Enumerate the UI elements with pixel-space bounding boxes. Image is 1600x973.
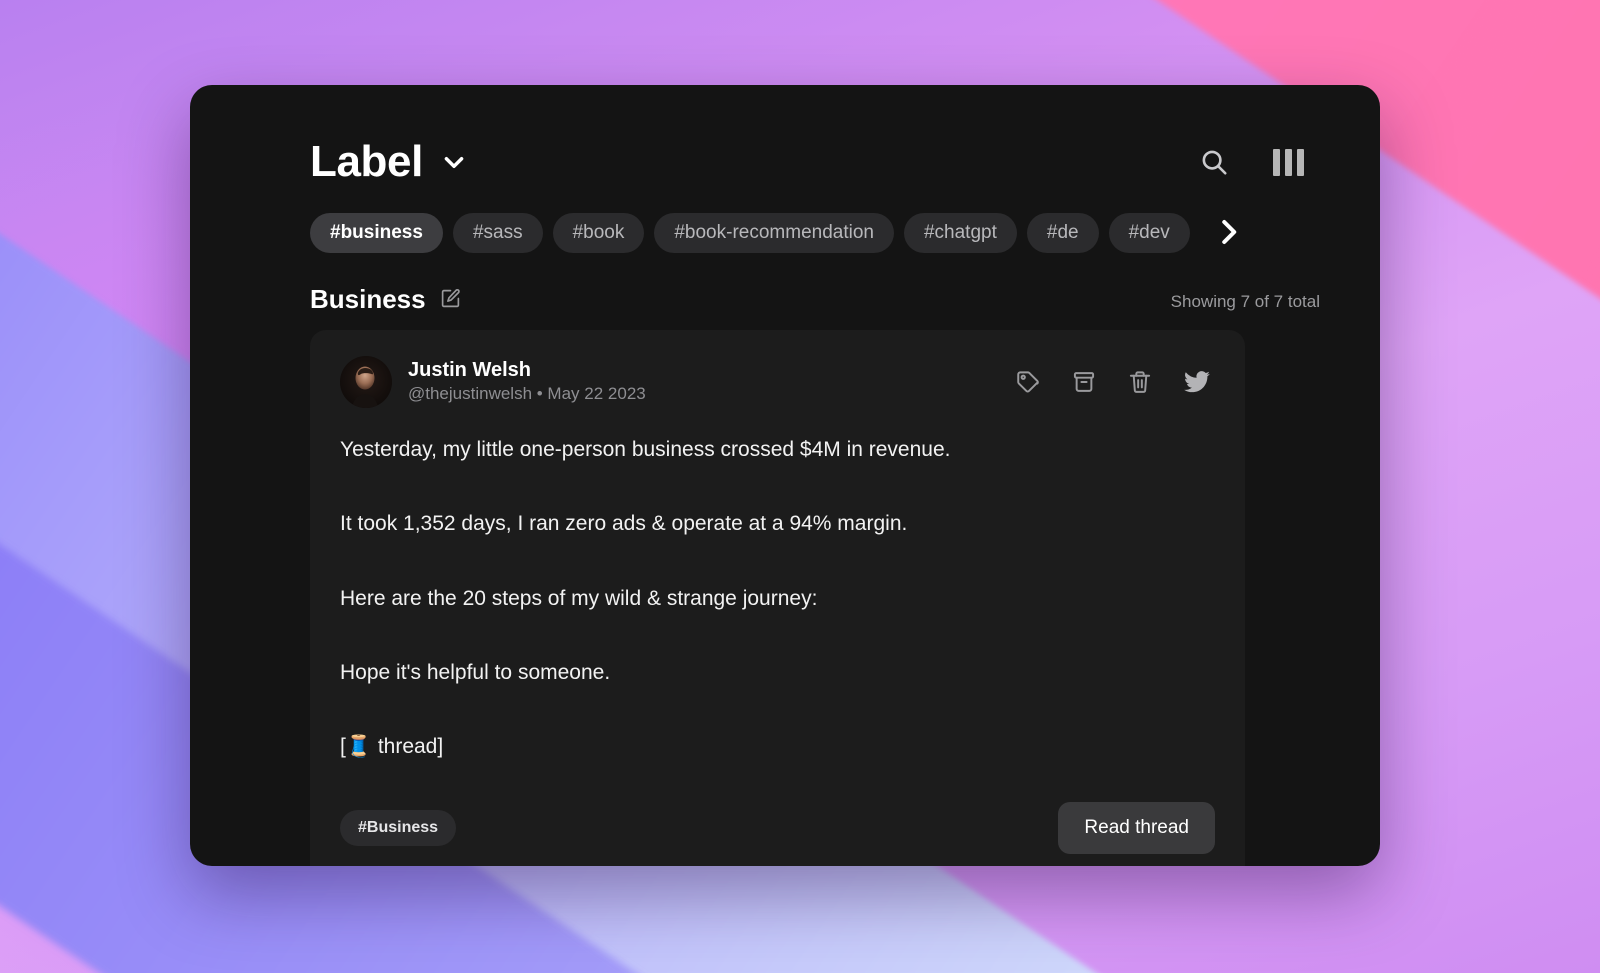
tweet-label-chip[interactable]: #Business: [340, 809, 457, 846]
tag-icon[interactable]: [1015, 369, 1041, 395]
tweet-actions: [1015, 368, 1215, 396]
tweet-line: [🧵 thread]: [340, 735, 444, 759]
author-name: Justin Welsh: [408, 359, 531, 382]
tweet-footer: #Business Read thread: [340, 762, 1215, 854]
tag-chip-business[interactable]: #business: [310, 213, 443, 253]
app-header: Label: [190, 85, 1380, 184]
section-title-group: Business: [310, 286, 461, 312]
columns-icon[interactable]: [1273, 148, 1304, 176]
tweet-body: Yesterday, my little one-person business…: [340, 408, 1215, 762]
title-group[interactable]: Label: [310, 140, 467, 184]
tweet-line: Here are the 20 steps of my wild & stran…: [340, 586, 818, 610]
tag-chip-book-recommendation[interactable]: #book-recommendation: [654, 213, 894, 253]
page-title: Label: [310, 137, 423, 186]
columns-glyph: [1273, 148, 1304, 176]
author-meta: @thejustinwelsh • May 22 2023: [408, 384, 646, 404]
twitter-icon[interactable]: [1183, 368, 1211, 396]
tag-rail[interactable]: #business #sass #book #book-recommendation #…: [310, 210, 1245, 256]
archive-icon[interactable]: [1071, 369, 1097, 395]
read-thread-button[interactable]: Read thread: [1058, 801, 1215, 854]
author-text: Justin Welsh @thejustinwelsh • May 22 20…: [408, 358, 646, 406]
trash-icon[interactable]: [1127, 369, 1153, 395]
tag-chip-book[interactable]: #book: [552, 213, 645, 253]
tag-chip-dev[interactable]: #dev: [1108, 213, 1190, 253]
app-panel: Label #business #sass #book #book-recommend…: [190, 85, 1380, 866]
tweet-card: Justin Welsh @thejustinwelsh • May 22 20…: [310, 330, 1245, 866]
tweet-line: Yesterday, my little one-person business…: [340, 438, 951, 461]
header-icon-group: [1199, 147, 1322, 177]
tweet-line: Hope it's helpful to someone.: [340, 661, 611, 685]
tag-chip-sass[interactable]: #sass: [452, 213, 543, 253]
search-icon[interactable]: [1199, 147, 1229, 177]
author-block: Justin Welsh @thejustinwelsh • May 22 20…: [340, 356, 646, 408]
tag-chip-de[interactable]: #de: [1026, 213, 1099, 253]
edit-pencil-icon[interactable]: [440, 288, 461, 311]
card-area: Justin Welsh @thejustinwelsh • May 22 20…: [190, 312, 1380, 866]
section-title: Business: [310, 284, 426, 314]
tag-rail-container: #business #sass #book #book-recommendation #…: [190, 210, 1380, 256]
result-count: Showing 7 of 7 total: [1170, 292, 1320, 311]
tweet-line: It took 1,352 days, I ran zero ads & ope…: [340, 512, 908, 536]
section-header: Business Showing 7 of 7 total: [190, 256, 1380, 312]
tag-chip-chatgpt[interactable]: #chatgpt: [903, 213, 1017, 253]
tweet-header: Justin Welsh @thejustinwelsh • May 22 20…: [340, 356, 1215, 408]
chevron-right-icon[interactable]: [1208, 212, 1248, 252]
avatar[interactable]: [340, 356, 392, 408]
chevron-down-icon[interactable]: [441, 149, 467, 175]
